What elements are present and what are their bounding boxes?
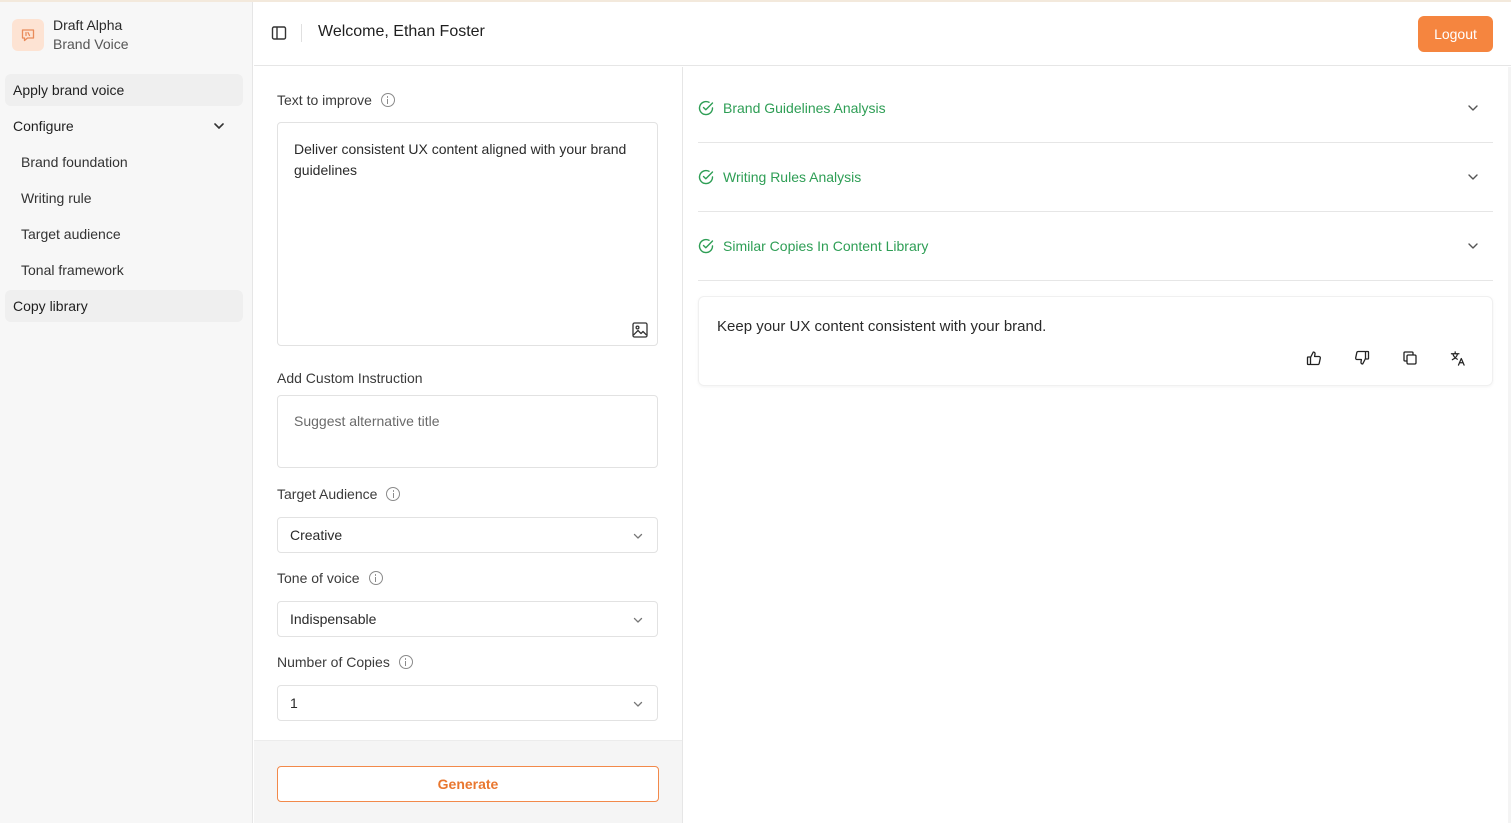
custom-instruction-input[interactable]: Suggest alternative title <box>277 395 658 468</box>
generate-button[interactable]: Generate <box>277 766 659 802</box>
sidebar-item-copy-library[interactable]: Copy library <box>5 290 243 322</box>
info-icon[interactable] <box>398 655 413 669</box>
copy-icon[interactable] <box>1402 350 1418 366</box>
tone-of-voice-select[interactable]: Indispensable <box>277 601 658 637</box>
chevron-down-icon <box>1468 174 1478 180</box>
sidebar-item-configure[interactable]: Configure <box>5 110 243 142</box>
accordion-similar-copies[interactable]: Similar Copies In Content Library <box>698 212 1493 281</box>
chevron-down-icon <box>214 123 224 129</box>
target-audience-select[interactable]: Creative <box>277 517 658 553</box>
output-text: Keep your UX content consistent with you… <box>717 318 1047 335</box>
welcome-text: Welcome, Ethan Foster <box>318 23 485 40</box>
accordion-title: Writing Rules Analysis <box>723 169 862 185</box>
info-icon[interactable] <box>380 93 395 107</box>
check-circle-icon <box>698 169 714 185</box>
sidebar: Draft Alpha Brand Voice Apply brand voic… <box>0 2 253 823</box>
form-panel: Text to improve Deliver consistent UX co… <box>254 67 683 823</box>
translate-icon[interactable] <box>1450 350 1466 366</box>
tone-of-voice-label: Tone of voice <box>277 570 383 586</box>
thumbs-up-icon[interactable] <box>1306 350 1322 366</box>
text-to-improve-value: Deliver consistent UX content aligned wi… <box>294 141 627 178</box>
check-circle-icon <box>698 238 714 254</box>
sidebar-item-tonal-framework[interactable]: Tonal framework <box>21 260 124 280</box>
sidebar-item-label: Apply brand voice <box>13 82 125 98</box>
logout-button[interactable]: Logout <box>1418 16 1493 52</box>
text-to-improve-label-text: Text to improve <box>277 92 372 108</box>
brand-subtitle: Brand Voice <box>53 36 129 52</box>
custom-instruction-label: Add Custom Instruction <box>277 370 423 386</box>
info-icon[interactable] <box>386 487 401 501</box>
sidebar-item-label: Configure <box>13 118 74 134</box>
chevron-down-icon <box>1468 105 1478 111</box>
text-to-improve-input[interactable]: Deliver consistent UX content aligned wi… <box>277 122 658 346</box>
number-of-copies-select[interactable]: 1 <box>277 685 658 721</box>
chevron-down-icon <box>1468 243 1478 249</box>
sidebar-item-writing-rule[interactable]: Writing rule <box>21 188 92 208</box>
check-circle-icon <box>698 100 714 116</box>
header-divider <box>301 24 302 42</box>
thumbs-down-icon[interactable] <box>1354 350 1370 366</box>
brand-name: Draft Alpha <box>53 17 123 33</box>
output-card: Keep your UX content consistent with you… <box>698 296 1493 386</box>
number-of-copies-value: 1 <box>290 695 298 711</box>
sidebar-toggle-icon[interactable] <box>271 25 287 41</box>
chat-icon <box>12 19 44 51</box>
results-panel: Brand Guidelines Analysis Writing Rules … <box>684 67 1511 823</box>
output-actions <box>1306 350 1466 366</box>
number-of-copies-label-text: Number of Copies <box>277 654 390 670</box>
sidebar-item-apply-brand-voice[interactable]: Apply brand voice <box>5 74 243 106</box>
chevron-down-icon <box>633 617 643 623</box>
header: Welcome, Ethan Foster Logout <box>254 2 1511 66</box>
form-footer: Generate <box>254 740 682 823</box>
target-audience-value: Creative <box>290 527 343 543</box>
info-icon[interactable] <box>368 571 383 585</box>
accordion-brand-guidelines-analysis[interactable]: Brand Guidelines Analysis <box>698 74 1493 143</box>
sidebar-item-label: Copy library <box>13 298 88 314</box>
sidebar-item-brand-foundation[interactable]: Brand foundation <box>21 152 128 172</box>
accordion-title: Brand Guidelines Analysis <box>723 100 886 116</box>
brand: Draft Alpha Brand Voice <box>12 16 129 54</box>
target-audience-label-text: Target Audience <box>277 486 378 502</box>
tone-of-voice-value: Indispensable <box>290 611 377 627</box>
chevron-down-icon <box>633 701 643 707</box>
tone-of-voice-label-text: Tone of voice <box>277 570 360 586</box>
target-audience-label: Target Audience <box>277 486 401 502</box>
sidebar-item-target-audience[interactable]: Target audience <box>21 224 121 244</box>
text-to-improve-label: Text to improve <box>277 92 395 108</box>
accordion-title: Similar Copies In Content Library <box>723 238 929 254</box>
number-of-copies-label: Number of Copies <box>277 654 413 670</box>
chevron-down-icon <box>633 533 643 539</box>
accordion-writing-rules-analysis[interactable]: Writing Rules Analysis <box>698 143 1493 212</box>
image-icon[interactable] <box>631 321 649 339</box>
